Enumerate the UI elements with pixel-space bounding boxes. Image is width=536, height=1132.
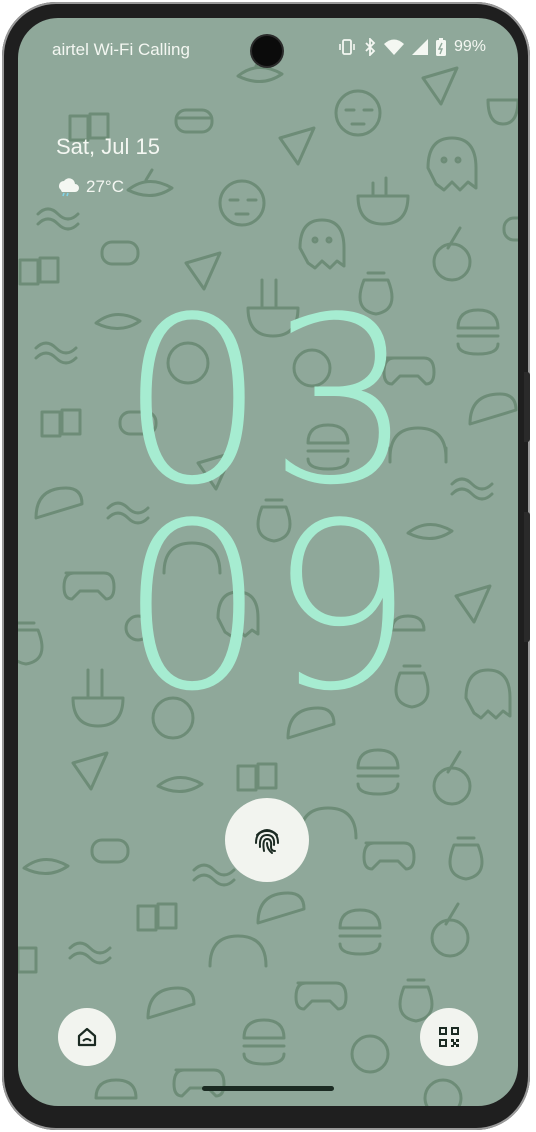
sushi-icon <box>174 108 214 134</box>
taco-icon <box>256 891 306 925</box>
sushi-icon <box>502 216 518 242</box>
carrier-label: airtel Wi-Fi Calling <box>52 40 190 59</box>
ghost-icon <box>298 218 346 270</box>
controller-icon <box>362 841 416 871</box>
drinks-icon <box>236 762 278 792</box>
status-bar: airtel Wi-Fi Calling 99% <box>18 36 518 66</box>
bacon-icon <box>36 207 80 231</box>
pizza-icon <box>71 751 109 791</box>
power-button <box>524 372 530 442</box>
signal-icon <box>411 39 428 55</box>
sleepy-face-icon <box>423 1078 463 1106</box>
spaghetti-icon <box>430 902 470 958</box>
fingerprint-icon <box>255 829 279 854</box>
controller-icon <box>172 1068 226 1098</box>
spaghetti-icon <box>350 1034 390 1074</box>
sleepy-face-icon <box>218 179 266 227</box>
weather-widget[interactable]: 27°C <box>56 176 124 198</box>
phone-frame: airtel Wi-Fi Calling 99% Sat, Jul 15 27°… <box>2 2 530 1130</box>
gesture-nav-handle[interactable] <box>202 1086 334 1091</box>
drinks-icon <box>18 256 60 286</box>
burger-icon <box>356 748 400 796</box>
pizza-icon <box>421 66 459 106</box>
bacon-icon <box>192 863 236 887</box>
volume-button <box>524 512 530 642</box>
ghost-icon <box>426 136 478 192</box>
drinks-icon <box>18 946 38 974</box>
status-icons: 99% <box>338 38 486 56</box>
clock-minutes: 09 <box>119 475 417 742</box>
burger-icon <box>242 1018 286 1066</box>
bluetooth-icon <box>365 38 376 56</box>
burger-icon <box>338 908 382 956</box>
shark-icon <box>156 776 204 793</box>
shark-icon <box>22 858 70 875</box>
lockscreen-date[interactable]: Sat, Jul 15 <box>56 134 160 160</box>
money-bag-icon <box>448 836 484 881</box>
qr-scanner-button[interactable] <box>420 1008 478 1066</box>
battery-charging-icon <box>435 38 446 56</box>
sushi-icon <box>100 240 140 266</box>
lock-screen: airtel Wi-Fi Calling 99% Sat, Jul 15 27°… <box>18 18 518 1106</box>
taco-icon <box>146 986 196 1020</box>
temperature: 27°C <box>86 177 124 196</box>
shark-icon <box>126 168 174 197</box>
ramen-bowl-icon <box>486 98 518 126</box>
bacon-icon <box>68 941 112 965</box>
sleepy-face-icon <box>334 89 382 137</box>
ramen-bowl-icon <box>356 176 410 226</box>
front-camera <box>252 36 282 66</box>
headphones-icon <box>208 934 268 968</box>
qr-code-icon <box>439 1027 459 1047</box>
spaghetti-icon <box>432 226 472 282</box>
pizza-icon <box>278 126 316 166</box>
cloudy-icon <box>59 178 79 197</box>
money-bag-icon <box>398 978 434 1023</box>
battery-percent: 99% <box>453 38 486 55</box>
spaghetti-icon <box>432 750 472 806</box>
controller-icon <box>294 981 348 1011</box>
sushi-icon <box>90 838 130 864</box>
burger-icon <box>94 1078 138 1100</box>
fingerprint-button[interactable] <box>225 798 309 882</box>
vibrate-icon <box>339 39 355 55</box>
home-icon <box>77 1027 97 1047</box>
home-shortcut-button[interactable] <box>58 1008 116 1066</box>
wifi-icon <box>383 39 404 55</box>
drinks-icon <box>136 902 178 932</box>
